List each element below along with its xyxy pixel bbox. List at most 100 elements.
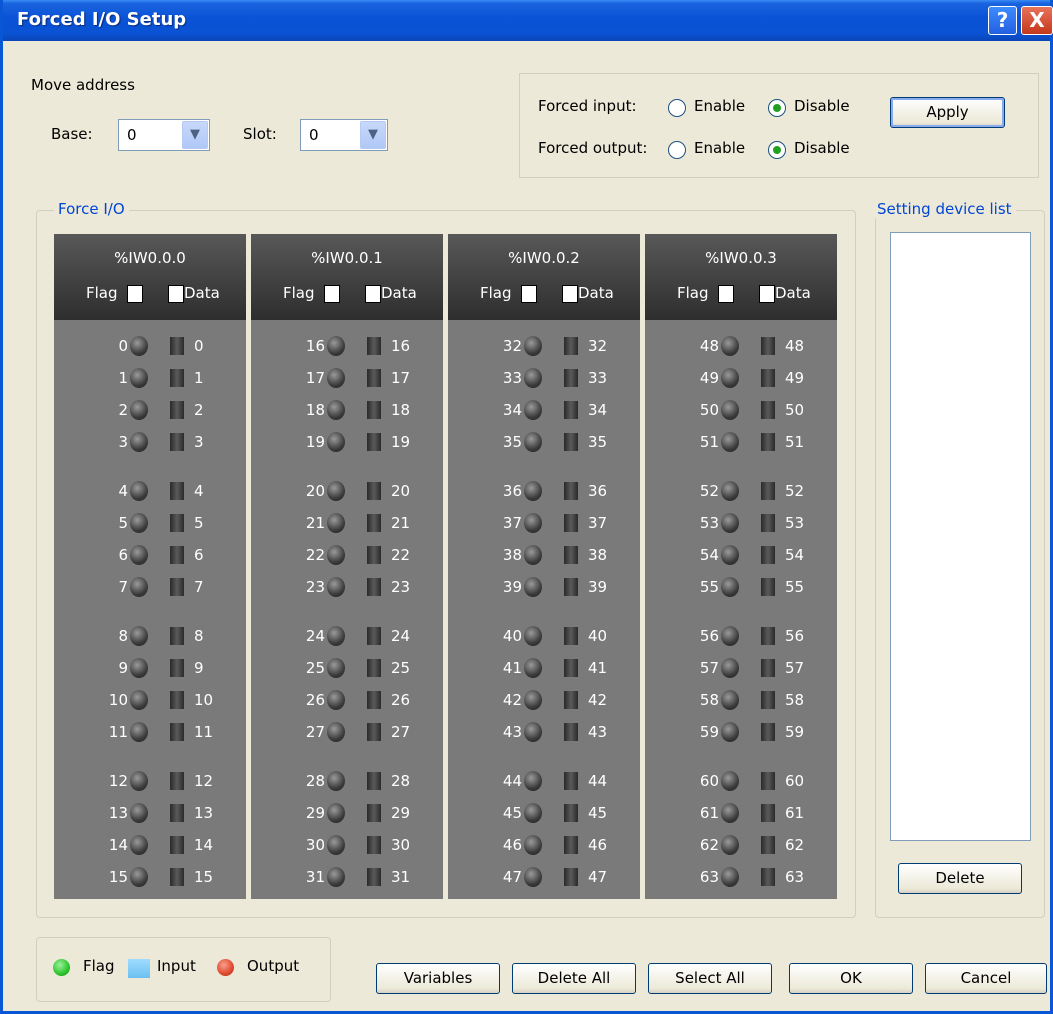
flag-led-icon[interactable]	[130, 626, 148, 646]
data-indicator-icon[interactable]	[761, 723, 775, 741]
data-indicator-icon[interactable]	[761, 369, 775, 387]
data-indicator-icon[interactable]	[170, 772, 184, 790]
flag-led-icon[interactable]	[130, 803, 148, 823]
data-indicator-icon[interactable]	[170, 804, 184, 822]
data-indicator-icon[interactable]	[367, 659, 381, 677]
flag-checkbox[interactable]	[324, 285, 340, 303]
forced-input-disable-radio[interactable]	[768, 99, 786, 117]
flag-led-icon[interactable]	[721, 368, 739, 388]
data-indicator-icon[interactable]	[564, 482, 578, 500]
cancel-button[interactable]: Cancel	[925, 963, 1047, 994]
flag-led-icon[interactable]	[327, 771, 345, 791]
data-indicator-icon[interactable]	[170, 723, 184, 741]
flag-led-icon[interactable]	[130, 432, 148, 452]
flag-led-icon[interactable]	[327, 513, 345, 533]
data-checkbox[interactable]	[168, 285, 184, 303]
flag-led-icon[interactable]	[327, 690, 345, 710]
data-indicator-icon[interactable]	[564, 401, 578, 419]
flag-led-icon[interactable]	[524, 368, 542, 388]
data-indicator-icon[interactable]	[367, 627, 381, 645]
data-indicator-icon[interactable]	[761, 691, 775, 709]
apply-button[interactable]: Apply	[890, 97, 1005, 128]
flag-led-icon[interactable]	[721, 513, 739, 533]
data-indicator-icon[interactable]	[367, 514, 381, 532]
data-indicator-icon[interactable]	[170, 482, 184, 500]
flag-led-icon[interactable]	[130, 368, 148, 388]
flag-led-icon[interactable]	[130, 336, 148, 356]
flag-led-icon[interactable]	[524, 400, 542, 420]
ok-button[interactable]: OK	[789, 963, 913, 994]
flag-led-icon[interactable]	[721, 626, 739, 646]
chevron-down-icon[interactable]: ▼	[360, 121, 386, 149]
data-indicator-icon[interactable]	[367, 691, 381, 709]
data-indicator-icon[interactable]	[367, 836, 381, 854]
flag-led-icon[interactable]	[524, 577, 542, 597]
slot-select[interactable]: 0 ▼	[300, 119, 388, 151]
data-indicator-icon[interactable]	[170, 836, 184, 854]
flag-led-icon[interactable]	[721, 835, 739, 855]
device-listbox[interactable]	[890, 232, 1031, 841]
data-indicator-icon[interactable]	[170, 401, 184, 419]
data-indicator-icon[interactable]	[564, 627, 578, 645]
flag-led-icon[interactable]	[721, 771, 739, 791]
data-checkbox[interactable]	[365, 285, 381, 303]
data-indicator-icon[interactable]	[170, 627, 184, 645]
flag-led-icon[interactable]	[130, 513, 148, 533]
flag-led-icon[interactable]	[130, 658, 148, 678]
flag-led-icon[interactable]	[130, 771, 148, 791]
flag-led-icon[interactable]	[524, 626, 542, 646]
flag-led-icon[interactable]	[721, 336, 739, 356]
flag-led-icon[interactable]	[327, 626, 345, 646]
flag-led-icon[interactable]	[524, 835, 542, 855]
data-indicator-icon[interactable]	[761, 836, 775, 854]
flag-led-icon[interactable]	[327, 658, 345, 678]
data-indicator-icon[interactable]	[170, 868, 184, 886]
data-indicator-icon[interactable]	[170, 578, 184, 596]
data-indicator-icon[interactable]	[564, 772, 578, 790]
data-indicator-icon[interactable]	[761, 401, 775, 419]
flag-led-icon[interactable]	[327, 368, 345, 388]
flag-led-icon[interactable]	[130, 690, 148, 710]
data-indicator-icon[interactable]	[564, 804, 578, 822]
flag-led-icon[interactable]	[130, 867, 148, 887]
data-indicator-icon[interactable]	[367, 578, 381, 596]
variables-button[interactable]: Variables	[376, 963, 500, 994]
flag-led-icon[interactable]	[327, 481, 345, 501]
data-indicator-icon[interactable]	[761, 868, 775, 886]
flag-led-icon[interactable]	[524, 432, 542, 452]
data-indicator-icon[interactable]	[367, 723, 381, 741]
flag-led-icon[interactable]	[327, 400, 345, 420]
flag-led-icon[interactable]	[327, 867, 345, 887]
flag-led-icon[interactable]	[524, 771, 542, 791]
flag-led-icon[interactable]	[327, 545, 345, 565]
flag-led-icon[interactable]	[721, 577, 739, 597]
data-indicator-icon[interactable]	[761, 546, 775, 564]
help-button[interactable]: ?	[988, 6, 1017, 35]
data-indicator-icon[interactable]	[367, 482, 381, 500]
delete-all-button[interactable]: Delete All	[512, 963, 636, 994]
flag-led-icon[interactable]	[721, 432, 739, 452]
data-indicator-icon[interactable]	[564, 433, 578, 451]
flag-checkbox[interactable]	[718, 285, 734, 303]
data-indicator-icon[interactable]	[367, 337, 381, 355]
select-all-button[interactable]: Select All	[648, 963, 772, 994]
data-indicator-icon[interactable]	[564, 337, 578, 355]
data-indicator-icon[interactable]	[761, 337, 775, 355]
data-indicator-icon[interactable]	[367, 868, 381, 886]
flag-led-icon[interactable]	[524, 658, 542, 678]
data-indicator-icon[interactable]	[170, 691, 184, 709]
data-indicator-icon[interactable]	[170, 433, 184, 451]
data-indicator-icon[interactable]	[170, 369, 184, 387]
flag-led-icon[interactable]	[721, 803, 739, 823]
flag-led-icon[interactable]	[721, 481, 739, 501]
flag-checkbox[interactable]	[521, 285, 537, 303]
flag-led-icon[interactable]	[130, 400, 148, 420]
close-button[interactable]: X	[1021, 6, 1053, 35]
data-indicator-icon[interactable]	[564, 868, 578, 886]
data-indicator-icon[interactable]	[564, 578, 578, 596]
data-indicator-icon[interactable]	[564, 546, 578, 564]
flag-led-icon[interactable]	[721, 722, 739, 742]
flag-led-icon[interactable]	[327, 835, 345, 855]
data-indicator-icon[interactable]	[761, 627, 775, 645]
flag-led-icon[interactable]	[327, 432, 345, 452]
